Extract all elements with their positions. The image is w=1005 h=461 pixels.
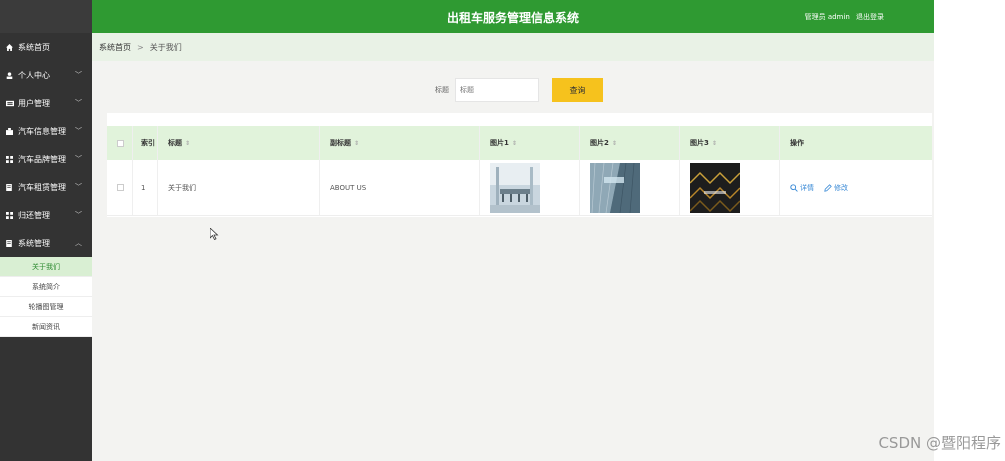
row-title: 关于我们	[158, 160, 320, 215]
chevron-up-icon: ︿	[75, 239, 82, 247]
doc-icon	[6, 239, 18, 247]
right-margin	[934, 0, 1005, 461]
users-icon	[6, 100, 18, 107]
row-index: 1	[133, 160, 158, 215]
row-select[interactable]	[107, 160, 133, 215]
edit-button[interactable]: 修改	[824, 183, 848, 193]
sort-icon[interactable]: ⇕	[712, 140, 717, 147]
sidebar-item-label: 汽车品牌管理	[18, 154, 66, 164]
header-select-all[interactable]	[107, 126, 133, 160]
header-user-area: 管理员 admin 退出登录	[801, 12, 884, 22]
sidebar-item-return[interactable]: 归还管理 ﹀	[0, 201, 92, 229]
submenu-item-carousel[interactable]: 轮播图管理	[0, 297, 92, 317]
submenu-item-intro[interactable]: 系统简介	[0, 277, 92, 297]
column-label: 索引	[141, 139, 155, 147]
column-title[interactable]: 标题 ⇕	[158, 126, 320, 160]
glass-building-photo[interactable]	[590, 162, 640, 213]
sidebar-item-users[interactable]: 用户管理 ﹀	[0, 89, 92, 117]
table-header: 索引 标题 ⇕ 副标题 ⇕ 图片1 ⇕ 图片2 ⇕ 图片3 ⇕ 操作	[107, 126, 932, 160]
chevron-down-icon: ﹀	[75, 183, 82, 191]
sort-icon[interactable]: ⇕	[185, 140, 190, 147]
search-label: 标题	[435, 86, 449, 94]
sidebar-item-label: 用户管理	[18, 98, 50, 108]
sidebar-item-label: 归还管理	[18, 210, 50, 220]
checkbox[interactable]	[117, 184, 124, 191]
table-row: 1 关于我们 ABOUT US 详情 修改	[107, 160, 932, 216]
sidebar-logo	[0, 0, 92, 33]
search-bar: 标题	[435, 78, 539, 102]
sidebar-item-label: 系统管理	[18, 238, 50, 248]
sidebar-item-label: 系统首页	[18, 42, 50, 52]
chevron-down-icon: ﹀	[75, 211, 82, 219]
column-label: 操作	[790, 139, 804, 147]
breadcrumb-home[interactable]: 系统首页	[99, 42, 131, 53]
meeting-room-photo[interactable]	[490, 162, 540, 213]
top-header: 出租车服务管理信息系统 管理员 admin 退出登录	[92, 0, 934, 33]
column-image1[interactable]: 图片1 ⇕	[480, 126, 580, 160]
sort-icon[interactable]: ⇕	[612, 140, 617, 147]
sidebar: 系统首页 个人中心 ﹀ 用户管理 ﹀ 汽车信息管理 ﹀ 汽车品牌管理 ﹀ 汽车租…	[0, 0, 92, 461]
column-label: 图片2	[590, 139, 609, 147]
sidebar-item-system[interactable]: 系统管理 ︿	[0, 229, 92, 257]
sidebar-item-car-brand[interactable]: 汽车品牌管理 ﹀	[0, 145, 92, 173]
logout-link[interactable]: 退出登录	[856, 13, 884, 21]
column-label: 标题	[168, 139, 182, 147]
sidebar-item-car-rental[interactable]: 汽车租赁管理 ﹀	[0, 173, 92, 201]
submenu-item-news[interactable]: 新闻资讯	[0, 317, 92, 337]
row-actions: 详情 修改	[780, 160, 932, 215]
car-icon	[6, 127, 18, 135]
breadcrumb-separator: >	[137, 42, 144, 52]
column-actions: 操作	[780, 126, 932, 160]
search-input[interactable]	[455, 78, 539, 102]
row-image2-cell	[580, 160, 680, 215]
sidebar-item-label: 汽车信息管理	[18, 126, 66, 136]
watermark: CSDN @暨阳程序	[878, 434, 1001, 452]
column-label: 图片1	[490, 139, 509, 147]
mouse-cursor-icon	[210, 228, 219, 240]
system-submenu: 关于我们 系统简介 轮播图管理 新闻资讯	[0, 257, 92, 337]
person-icon	[6, 71, 18, 79]
sort-icon[interactable]: ⇕	[354, 140, 359, 147]
column-label: 图片3	[690, 139, 709, 147]
search-icon	[790, 183, 798, 192]
detail-button[interactable]: 详情	[790, 183, 814, 193]
breadcrumb: 系统首页 > 关于我们	[92, 33, 934, 61]
breadcrumb-current: 关于我们	[149, 42, 182, 52]
sort-icon[interactable]: ⇕	[512, 140, 517, 147]
edit-label: 修改	[834, 183, 848, 192]
row-subtitle: ABOUT US	[320, 160, 480, 215]
sidebar-item-label: 汽车租赁管理	[18, 182, 66, 192]
grid-icon	[6, 211, 18, 219]
checkbox[interactable]	[117, 139, 124, 147]
grid-icon	[6, 155, 18, 163]
submenu-item-about[interactable]: 关于我们	[0, 257, 92, 277]
user-label: 管理员 admin	[804, 13, 850, 21]
detail-label: 详情	[800, 183, 814, 192]
home-icon	[6, 43, 18, 51]
column-subtitle[interactable]: 副标题 ⇕	[320, 126, 480, 160]
chevron-down-icon: ﹀	[75, 155, 82, 163]
row-image3-cell	[680, 160, 780, 215]
row-image1-cell	[480, 160, 580, 215]
chevron-down-icon: ﹀	[75, 127, 82, 135]
pencil-icon	[824, 183, 832, 192]
column-image2[interactable]: 图片2 ⇕	[580, 126, 680, 160]
doc-icon	[6, 183, 18, 191]
sidebar-item-personal[interactable]: 个人中心 ﹀	[0, 61, 92, 89]
column-label: 副标题	[330, 139, 351, 147]
chevron-down-icon: ﹀	[75, 71, 82, 79]
chevron-down-icon: ﹀	[75, 99, 82, 107]
dark-abstract-photo[interactable]	[690, 162, 740, 213]
search-button[interactable]: 查询	[552, 78, 603, 102]
sidebar-item-home[interactable]: 系统首页	[0, 33, 92, 61]
sidebar-item-label: 个人中心	[18, 70, 50, 80]
data-table: 索引 标题 ⇕ 副标题 ⇕ 图片1 ⇕ 图片2 ⇕ 图片3 ⇕ 操作 1 关于我们 ABO…	[107, 113, 932, 217]
sidebar-item-car-info[interactable]: 汽车信息管理 ﹀	[0, 117, 92, 145]
column-image3[interactable]: 图片3 ⇕	[680, 126, 780, 160]
column-index: 索引	[133, 126, 158, 160]
